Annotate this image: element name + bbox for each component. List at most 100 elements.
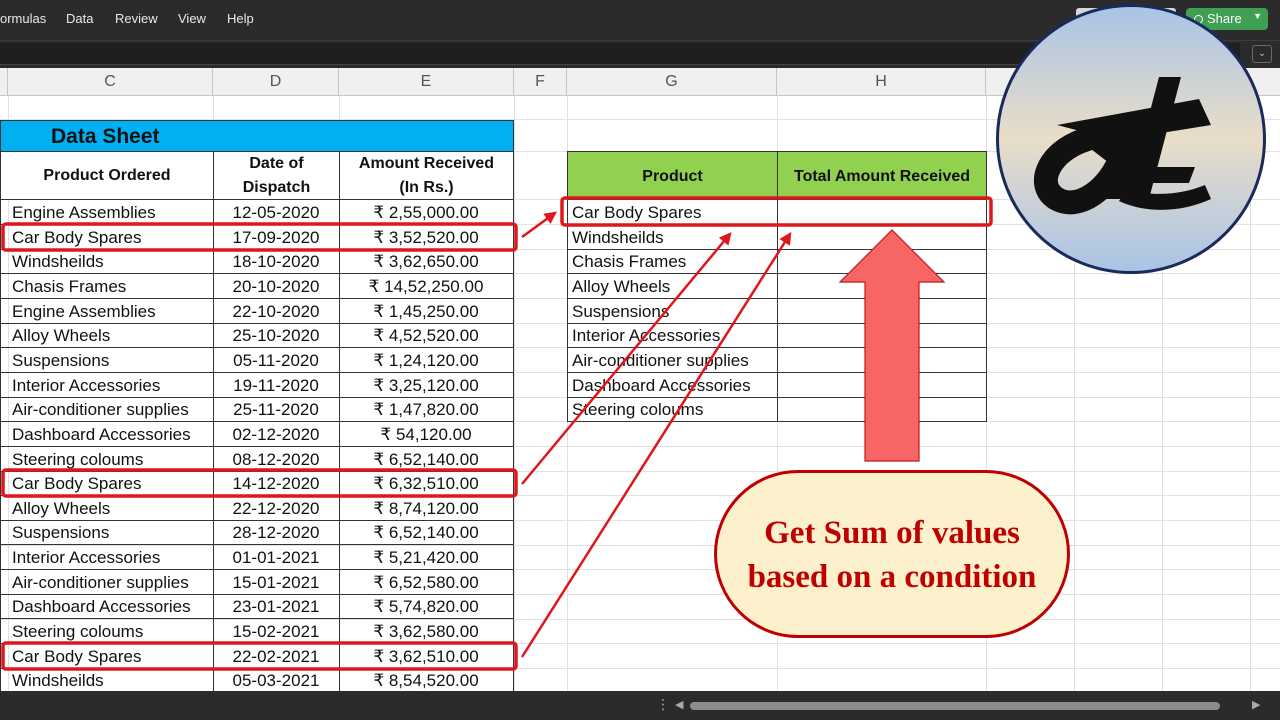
summary-total-cell[interactable] [777,323,987,348]
date-cell[interactable]: 28-12-2020 [213,520,340,545]
product-cell[interactable]: Suspensions [0,520,214,545]
date-cell[interactable]: 15-02-2021 [213,619,340,644]
product-cell[interactable]: Windsheilds [0,668,214,693]
product-cell[interactable]: Chasis Frames [0,274,214,299]
amount-cell[interactable]: ₹ 1,47,820.00 [339,397,514,422]
summary-total-cell[interactable] [777,397,987,422]
summary-product-header[interactable]: Product [567,151,778,200]
product-cell[interactable]: Dashboard Accessories [0,422,214,447]
summary-product-cell[interactable]: Car Body Spares [567,200,778,225]
horizontal-scrollbar[interactable]: ⋮ ◀ ▶ [0,691,1280,720]
date-cell[interactable]: 18-10-2020 [213,249,340,274]
amount-cell[interactable]: ₹ 6,52,140.00 [339,520,514,545]
amount-cell[interactable]: ₹ 5,21,420.00 [339,545,514,570]
scroll-left-icon[interactable]: ◀ [675,698,683,711]
column-header-f[interactable]: F [514,68,567,96]
summary-total-cell[interactable] [777,274,987,299]
date-cell[interactable]: 22-12-2020 [213,496,340,521]
summary-total-header[interactable]: Total Amount Received [777,151,987,200]
date-cell[interactable]: 05-03-2021 [213,668,340,693]
date-cell[interactable]: 15-01-2021 [213,570,340,595]
amount-cell[interactable]: ₹ 2,55,000.00 [339,200,514,225]
summary-product-cell[interactable]: Windsheilds [567,225,778,250]
date-cell[interactable]: 23-01-2021 [213,594,340,619]
amount-cell[interactable]: ₹ 54,120.00 [339,422,514,447]
column-header-b[interactable] [0,68,8,96]
more-sheets-icon[interactable]: ⋮ [656,696,670,713]
product-cell[interactable]: Car Body Spares [0,225,214,250]
data-sheet-title[interactable]: Data Sheet [0,120,514,152]
column-header-c[interactable]: C [8,68,213,96]
amount-cell[interactable]: ₹ 6,32,510.00 [339,471,514,496]
summary-total-cell[interactable] [777,249,987,274]
column-header-g[interactable]: G [567,68,777,96]
product-ordered-header[interactable]: Product Ordered [0,151,214,200]
date-cell[interactable]: 22-10-2020 [213,299,340,324]
date-cell[interactable]: 25-10-2020 [213,323,340,348]
summary-total-cell[interactable] [777,348,987,373]
menu-view[interactable]: View [178,11,206,26]
amount-cell[interactable]: ₹ 1,45,250.00 [339,299,514,324]
product-cell[interactable]: Car Body Spares [0,644,214,669]
summary-product-cell[interactable]: Air-conditioner supplies [567,348,778,373]
expand-formula-bar-button[interactable]: ⌄ [1252,45,1272,63]
product-cell[interactable]: Engine Assemblies [0,200,214,225]
product-cell[interactable]: Air-conditioner supplies [0,570,214,595]
product-cell[interactable]: Interior Accessories [0,545,214,570]
summary-product-cell[interactable]: Interior Accessories [567,323,778,348]
summary-product-cell[interactable]: Steering coloums [567,397,778,422]
date-cell[interactable]: 14-12-2020 [213,471,340,496]
menu-formulas[interactable]: ormulas [0,11,46,26]
menu-review[interactable]: Review [115,11,158,26]
summary-total-cell[interactable] [777,225,987,250]
summary-total-cell[interactable] [777,200,987,225]
amount-cell[interactable]: ₹ 14,52,250.00 [339,274,514,299]
product-cell[interactable]: Windsheilds [0,249,214,274]
amount-cell[interactable]: ₹ 1,24,120.00 [339,348,514,373]
summary-product-cell[interactable]: Alloy Wheels [567,274,778,299]
product-cell[interactable]: Engine Assemblies [0,299,214,324]
scroll-right-icon[interactable]: ▶ [1252,698,1260,711]
summary-product-cell[interactable]: Chasis Frames [567,249,778,274]
product-cell[interactable]: Alloy Wheels [0,496,214,521]
amount-cell[interactable]: ₹ 3,62,650.00 [339,249,514,274]
summary-product-cell[interactable]: Dashboard Accessories [567,373,778,398]
column-header-e[interactable]: E [339,68,514,96]
date-cell[interactable]: 01-01-2021 [213,545,340,570]
amount-cell[interactable]: ₹ 4,52,520.00 [339,323,514,348]
date-cell[interactable]: 08-12-2020 [213,447,340,472]
summary-total-cell[interactable] [777,373,987,398]
product-cell[interactable]: Alloy Wheels [0,323,214,348]
product-cell[interactable]: Interior Accessories [0,373,214,398]
product-cell[interactable]: Steering coloums [0,619,214,644]
column-header-d[interactable]: D [213,68,339,96]
amount-cell[interactable]: ₹ 3,52,520.00 [339,225,514,250]
menu-help[interactable]: Help [227,11,254,26]
summary-total-cell[interactable] [777,299,987,324]
date-cell[interactable]: 17-09-2020 [213,225,340,250]
amount-received-header[interactable]: Amount Received (In Rs.) [339,151,514,200]
date-cell[interactable]: 19-11-2020 [213,373,340,398]
date-cell[interactable]: 22-02-2021 [213,644,340,669]
amount-cell[interactable]: ₹ 8,74,120.00 [339,496,514,521]
menu-data[interactable]: Data [66,11,93,26]
amount-cell[interactable]: ₹ 6,52,580.00 [339,570,514,595]
product-cell[interactable]: Suspensions [0,348,214,373]
date-cell[interactable]: 12-05-2020 [213,200,340,225]
product-cell[interactable]: Dashboard Accessories [0,594,214,619]
amount-cell[interactable]: ₹ 5,74,820.00 [339,594,514,619]
amount-cell[interactable]: ₹ 3,62,580.00 [339,619,514,644]
date-cell[interactable]: 25-11-2020 [213,397,340,422]
amount-cell[interactable]: ₹ 3,62,510.00 [339,644,514,669]
product-cell[interactable]: Steering coloums [0,447,214,472]
summary-product-cell[interactable]: Suspensions [567,299,778,324]
product-cell[interactable]: Car Body Spares [0,471,214,496]
amount-cell[interactable]: ₹ 3,25,120.00 [339,373,514,398]
amount-cell[interactable]: ₹ 8,54,520.00 [339,668,514,693]
amount-cell[interactable]: ₹ 6,52,140.00 [339,447,514,472]
product-cell[interactable]: Air-conditioner supplies [0,397,214,422]
date-of-dispatch-header[interactable]: Date of Dispatch [213,151,340,200]
column-header-h[interactable]: H [777,68,986,96]
date-cell[interactable]: 02-12-2020 [213,422,340,447]
date-cell[interactable]: 05-11-2020 [213,348,340,373]
